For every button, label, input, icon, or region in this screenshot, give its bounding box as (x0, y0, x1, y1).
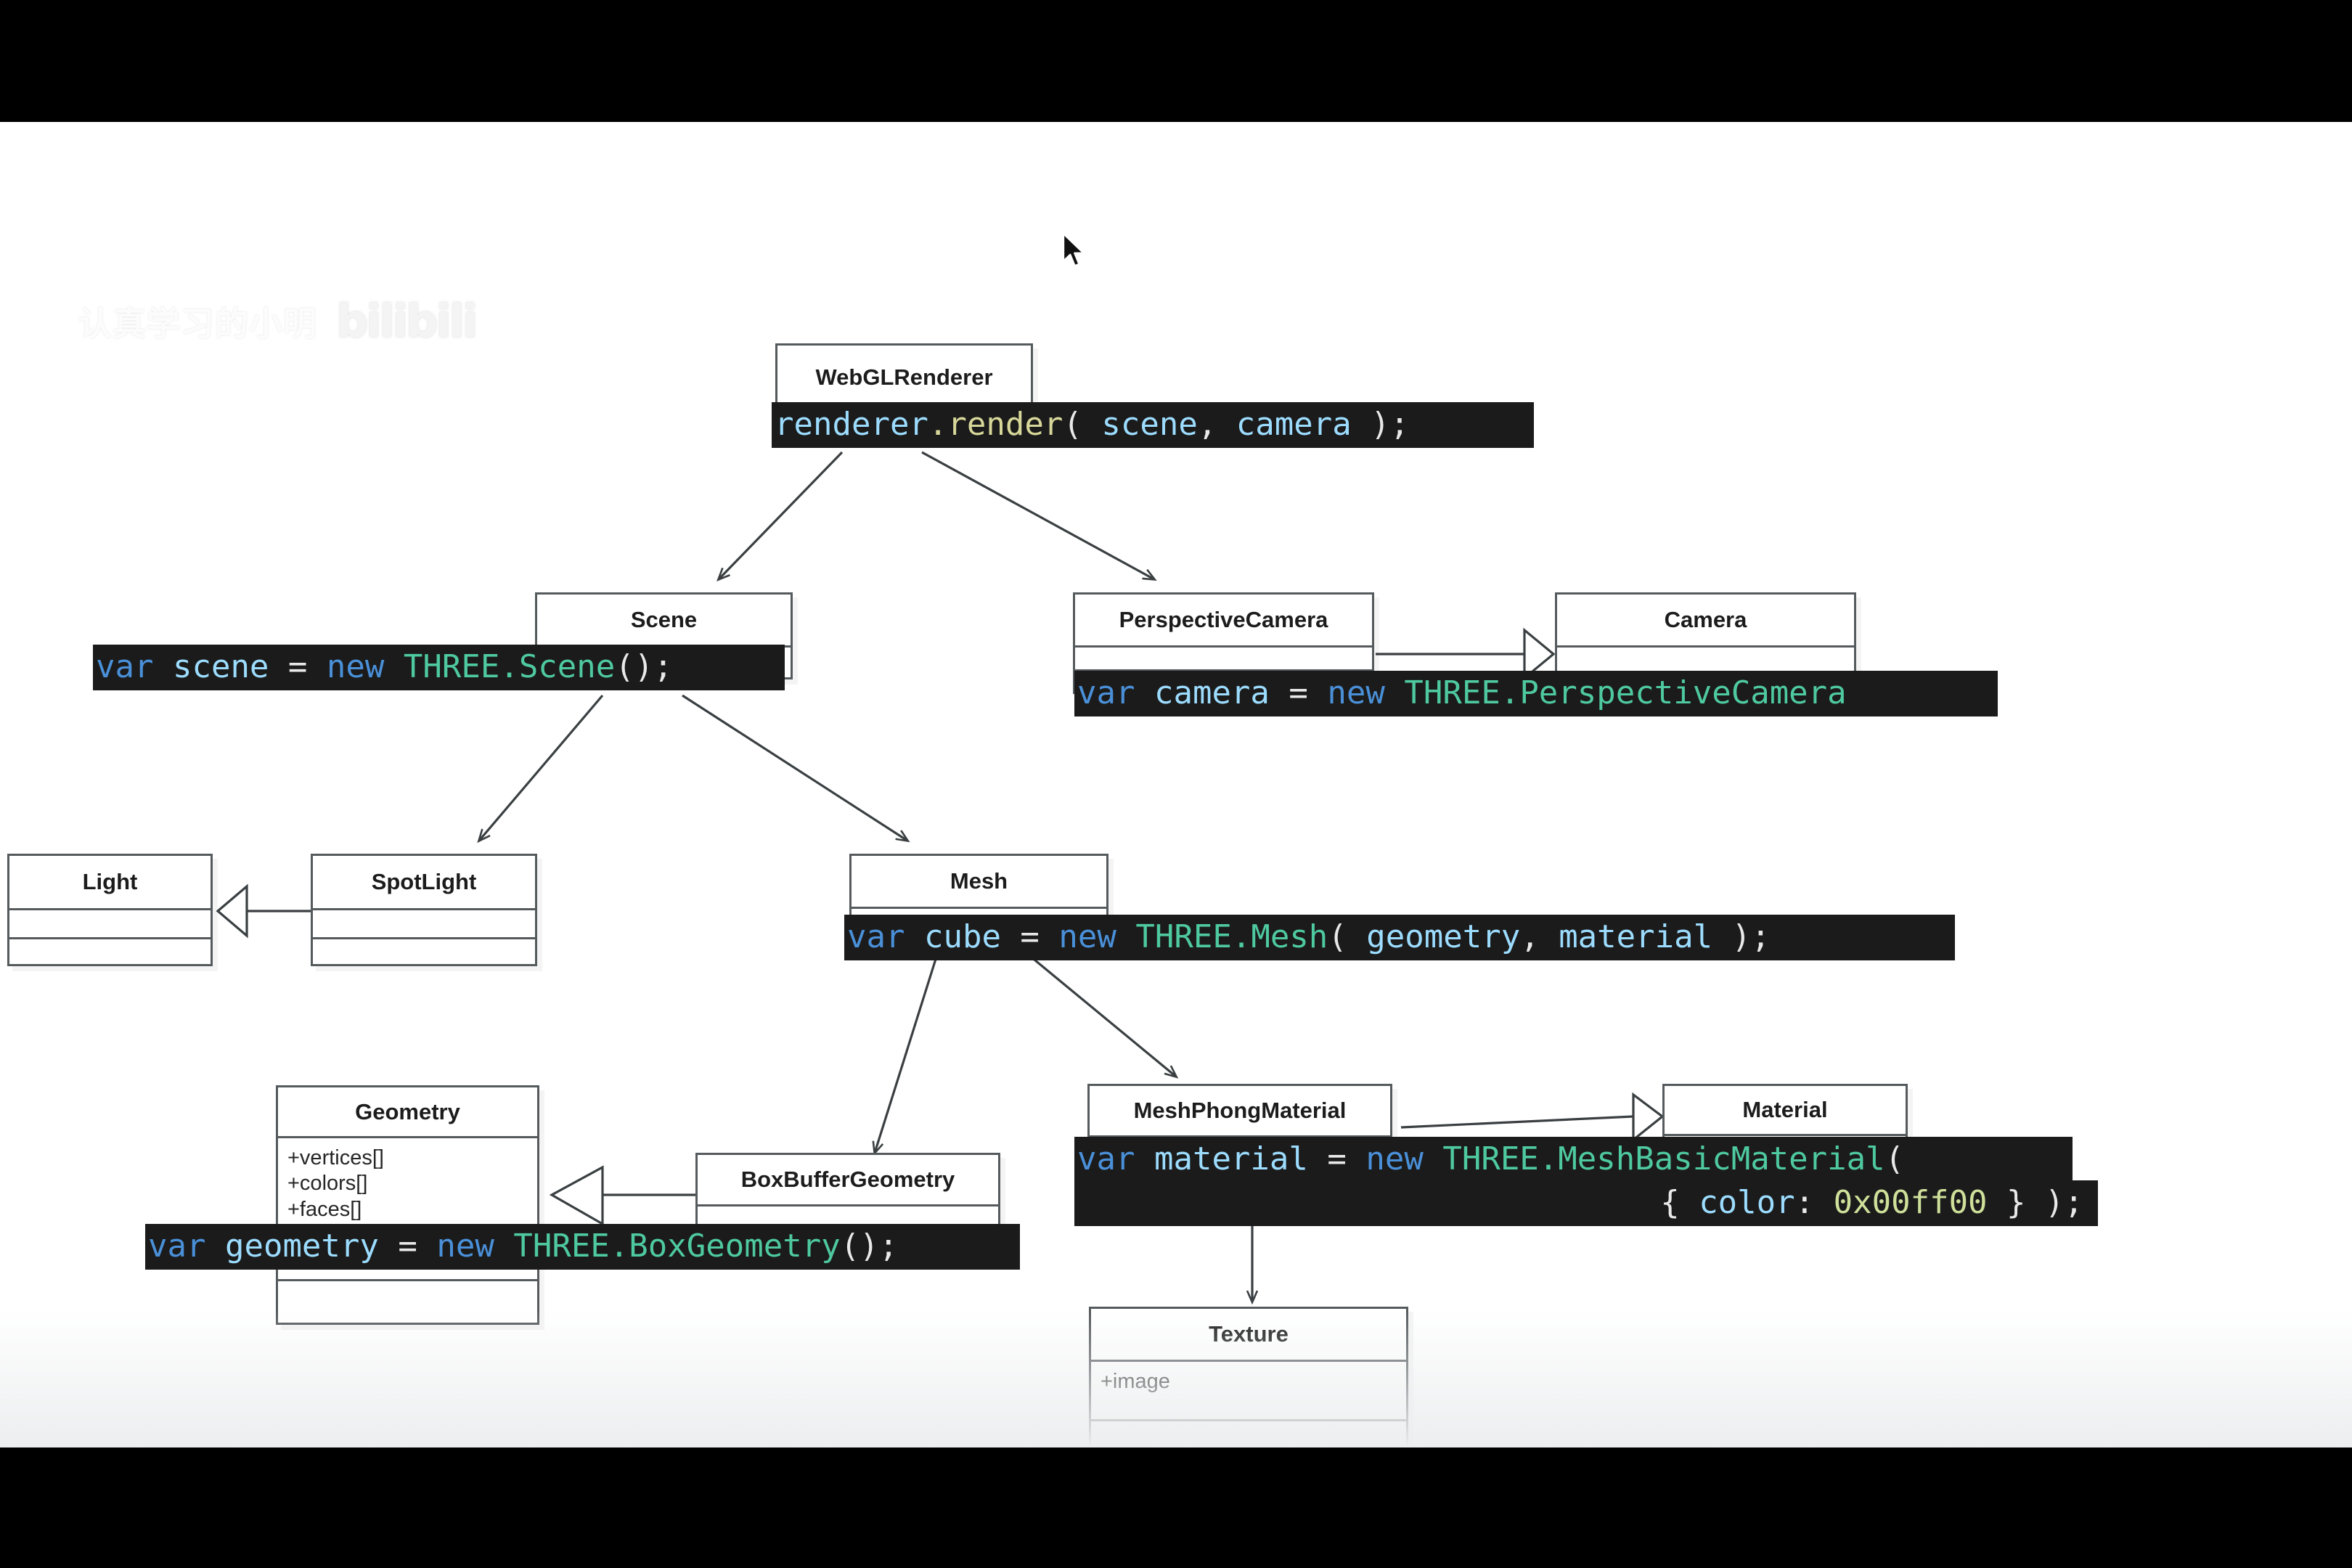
code-token: new (1058, 918, 1136, 955)
class-box-spotlight[interactable]: SpotLight (311, 854, 537, 966)
code-token: render (947, 406, 1063, 443)
class-attribute: +faces[] (287, 1197, 362, 1221)
code-token: color (1699, 1184, 1795, 1221)
code-token: var (1077, 1140, 1154, 1177)
code-token: var (847, 918, 924, 955)
code-token: : (1794, 1184, 1834, 1221)
code-token: var (96, 648, 173, 685)
code-token: camera (1153, 674, 1270, 711)
class-title-geometry: Geometry (355, 1098, 460, 1124)
edge-meshphongmaterial-material (1400, 1115, 1634, 1129)
class-title-webglrenderer: WebGLRenderer (815, 364, 993, 390)
code-token: = (1000, 918, 1059, 955)
code-token: camera (1236, 406, 1352, 443)
code-token: = (269, 648, 327, 685)
code-token: (); (840, 1228, 899, 1265)
code-token: geometry (1366, 918, 1521, 955)
code-token: THREE.PerspectiveCamera (1404, 674, 1847, 711)
class-compartment-texture-methods (1091, 1419, 1406, 1447)
edge-scene-mesh (682, 694, 907, 841)
code-overlay-var-camera: var camera = new THREE.PerspectiveCamera (1074, 671, 1998, 717)
code-token: ); (1351, 406, 1410, 443)
class-compartment-spotlight-1 (313, 908, 535, 937)
code-token: var (148, 1228, 225, 1265)
code-token: THREE.BoxGeometry (513, 1228, 841, 1265)
class-title-material: Material (1742, 1097, 1828, 1122)
class-attribute: +image (1101, 1370, 1170, 1393)
class-title-boxbuffergeometry: BoxBufferGeometry (740, 1167, 955, 1192)
class-box-light[interactable]: Light (7, 854, 213, 966)
class-compartment-light-1 (9, 908, 211, 937)
class-compartment-perspectivecamera-1 (1075, 645, 1372, 669)
class-compartment-spotlight-2 (313, 937, 535, 966)
class-title-perspectivecamera: PerspectiveCamera (1119, 607, 1328, 632)
code-token: ); (1712, 918, 1771, 955)
code-token: scene (172, 648, 269, 685)
class-attribute: +vertices[] (287, 1146, 384, 1169)
class-title-meshphongmaterial: MeshPhongMaterial (1133, 1098, 1347, 1123)
code-overlay-var-material-line2: { color: 0x00ff00 } ); (1074, 1180, 2098, 1227)
edge-mesh-boxbuffergeometry (875, 956, 938, 1153)
code-token: THREE.Mesh (1135, 918, 1328, 955)
class-box-webglrenderer[interactable]: WebGLRenderer (775, 343, 1033, 412)
code-token: . (928, 406, 948, 443)
code-token: ( (1328, 918, 1367, 955)
code-token: } ); (1987, 1184, 2083, 1221)
code-token: (); (615, 648, 673, 685)
code-token: renderer (775, 406, 928, 443)
code-token: new (1327, 674, 1405, 711)
code-token: geometry (224, 1228, 379, 1265)
code-token: THREE.MeshBasicMaterial (1442, 1140, 1885, 1177)
code-token: THREE.Scene (403, 648, 616, 685)
code-token: var (1077, 674, 1154, 711)
inheritance-triangle-geometry (549, 1165, 604, 1226)
code-overlay-var-cube: var cube = new THREE.Mesh( geometry, mat… (844, 915, 1955, 961)
code-overlay-var-material-line1: var material = new THREE.MeshBasicMateri… (1074, 1137, 2073, 1183)
class-title-camera: Camera (1664, 607, 1747, 632)
code-overlay-renderer-render: renderer.render( scene, camera ); (772, 402, 1534, 449)
edge-mesh-meshphongmaterial (1029, 955, 1176, 1077)
class-title-texture: Texture (1209, 1321, 1289, 1347)
screen: 认真学习的小明 bilibili WebGLRenderer Scene Per… (0, 0, 2352, 1568)
code-token: new (436, 1228, 514, 1265)
code-token: material (1559, 918, 1713, 955)
code-overlay-var-geometry: var geometry = new THREE.BoxGeometry(); (145, 1224, 1020, 1270)
code-token: ( (1063, 406, 1102, 443)
class-title-scene: Scene (630, 607, 698, 632)
code-token: scene (1101, 406, 1198, 443)
class-compartment-texture-attributes: +image (1091, 1360, 1406, 1419)
code-token: = (378, 1228, 437, 1265)
class-box-camera[interactable]: Camera (1555, 592, 1856, 679)
code-token: = (1269, 674, 1328, 711)
class-compartment-boxbuffergeometry-1 (698, 1204, 998, 1226)
inheritance-triangle-material (1632, 1092, 1665, 1143)
code-token: { (1660, 1184, 1699, 1221)
edge-renderer-scene (719, 451, 844, 579)
edge-scene-spotlight (479, 694, 604, 841)
class-compartment-light-2 (9, 937, 211, 966)
code-token: , (1520, 918, 1559, 955)
code-token: ( (1885, 1140, 1905, 1177)
class-title-mesh: Mesh (950, 868, 1008, 894)
class-compartment-geometry-methods (278, 1279, 537, 1323)
edge-renderer-camera (921, 451, 1154, 579)
code-token: new (326, 648, 404, 685)
code-token: material (1153, 1140, 1308, 1177)
class-title-light: Light (82, 869, 138, 894)
code-token: 0x00ff00 (1833, 1184, 1988, 1221)
inheritance-triangle-light (216, 883, 248, 939)
code-overlay-var-scene: var scene = new THREE.Scene(); (93, 645, 785, 691)
video-content-area: 认真学习的小明 bilibili WebGLRenderer Scene Per… (0, 122, 2352, 1447)
code-token: new (1365, 1140, 1443, 1177)
code-token: cube (923, 918, 1001, 955)
class-title-spotlight: SpotLight (371, 869, 477, 894)
class-attribute: +colors[] (287, 1172, 368, 1196)
class-box-geometry[interactable]: Geometry +vertices[] +colors[] +faces[] … (276, 1085, 539, 1325)
code-token: , (1197, 406, 1236, 443)
code-token: = (1307, 1140, 1366, 1177)
class-box-texture[interactable]: Texture +image (1089, 1307, 1408, 1447)
